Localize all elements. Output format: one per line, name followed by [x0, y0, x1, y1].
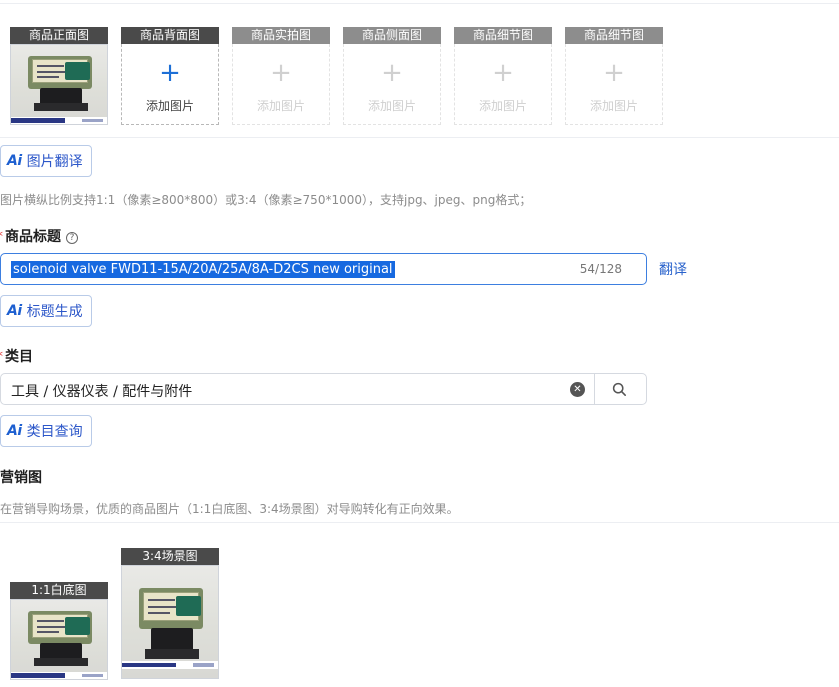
- translate-link[interactable]: 翻译: [659, 259, 687, 279]
- product-photo-front[interactable]: [10, 44, 108, 125]
- image-slot-back[interactable]: 商品背面图 + 添加图片: [121, 27, 219, 125]
- slot-label: 商品实拍图: [232, 27, 330, 44]
- add-image-label: 添加图片: [589, 99, 638, 113]
- category-field-label: *类目: [0, 346, 33, 366]
- plus-icon: +: [492, 58, 514, 88]
- marketing-hint: 在营销导购场景，优质的商品图片（1:1白底图、3:4场景图）对导购转化有正向效果…: [0, 502, 459, 516]
- plus-icon: +: [603, 58, 625, 88]
- title-generate-label: 标题生成: [26, 304, 83, 320]
- title-input[interactable]: solenoid valve FWD11-15A/20A/25A/8A-D2CS…: [0, 253, 647, 285]
- gallery-divider: [0, 137, 839, 138]
- image-slot-detail-1[interactable]: 商品细节图 + 添加图片: [454, 27, 552, 125]
- marketing-label: 营销图: [0, 470, 42, 486]
- slot-label: 1:1白底图: [10, 582, 108, 599]
- slot-label: 商品背面图: [121, 27, 219, 44]
- image-translate-label: 图片翻译: [26, 154, 83, 170]
- slot-label: 3:4场景图: [121, 548, 219, 565]
- product-photo-scene[interactable]: [121, 565, 219, 679]
- title-input-value[interactable]: solenoid valve FWD11-15A/20A/25A/8A-D2CS…: [11, 261, 395, 278]
- category-query-label: 类目查询: [26, 424, 83, 440]
- category-value[interactable]: 工具 / 仪器仪表 / 配件与附件: [11, 381, 192, 401]
- ai-icon: Ai: [7, 423, 22, 439]
- ai-icon: Ai: [7, 303, 22, 319]
- search-icon: [612, 382, 626, 396]
- plus-icon: +: [159, 58, 181, 88]
- required-mark: *: [0, 229, 3, 245]
- title-generate-button[interactable]: Ai 标题生成: [0, 295, 92, 327]
- image-format-hint: 图片横纵比例支持1:1（像素≥800*800）或3:4（像素≥750*1000）…: [0, 193, 532, 207]
- ai-icon: Ai: [7, 153, 22, 169]
- category-search-button[interactable]: [595, 374, 647, 404]
- category-query-button[interactable]: Ai 类目查询: [0, 415, 92, 447]
- slot-label: 商品细节图: [565, 27, 663, 44]
- image-slot-front[interactable]: 商品正面图: [10, 27, 108, 125]
- top-divider: [0, 3, 839, 4]
- category-label-text: 类目: [5, 349, 33, 365]
- marketing-slot-scene[interactable]: 3:4场景图: [121, 548, 219, 679]
- image-slot-side[interactable]: 商品侧面图 + 添加图片: [343, 27, 441, 125]
- image-slot-real-shot[interactable]: 商品实拍图 + 添加图片: [232, 27, 330, 125]
- image-translate-button[interactable]: Ai 图片翻译: [0, 145, 92, 177]
- slot-label: 商品细节图: [454, 27, 552, 44]
- marketing-slot-square[interactable]: 1:1白底图: [10, 582, 108, 680]
- required-mark: *: [0, 349, 3, 365]
- title-label-text: 商品标题: [5, 229, 61, 245]
- slot-label: 商品侧面图: [343, 27, 441, 44]
- add-image-label: 添加图片: [367, 99, 416, 113]
- help-icon[interactable]: ?: [66, 232, 78, 244]
- marketing-divider: [0, 522, 839, 523]
- plus-icon: +: [381, 58, 403, 88]
- plus-icon: +: [270, 58, 292, 88]
- add-image-label: 添加图片: [145, 99, 194, 113]
- category-input[interactable]: 工具 / 仪器仪表 / 配件与附件 ✕: [0, 373, 647, 405]
- clear-icon[interactable]: ✕: [570, 382, 585, 397]
- title-char-count: 54/128: [579, 262, 622, 276]
- product-photo-white-bg[interactable]: [10, 599, 108, 680]
- image-slot-detail-2[interactable]: 商品细节图 + 添加图片: [565, 27, 663, 125]
- slot-label: 商品正面图: [10, 27, 108, 44]
- add-image-label: 添加图片: [478, 99, 527, 113]
- add-image-label: 添加图片: [256, 99, 305, 113]
- title-field-label: *商品标题?: [0, 226, 78, 246]
